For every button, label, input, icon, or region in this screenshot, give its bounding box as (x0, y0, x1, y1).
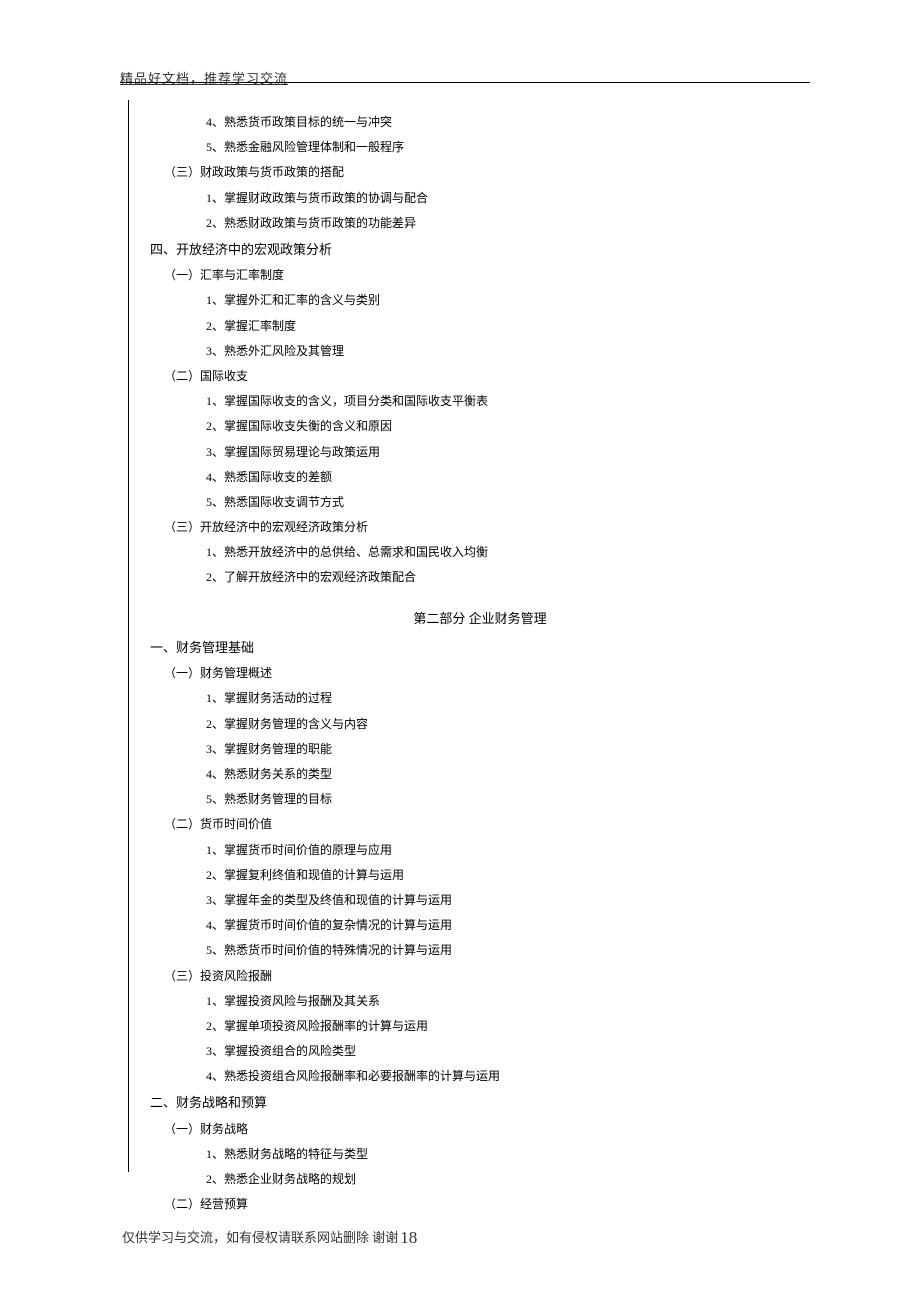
outline-line: 5、熟悉国际收支调节方式 (150, 490, 810, 515)
part-title: 第二部分 企业财务管理 (150, 605, 810, 632)
outline-line: 2、熟悉财政政策与货币政策的功能差异 (150, 211, 810, 236)
outline-line: 3、掌握国际贸易理论与政策运用 (150, 440, 810, 465)
outline-line: （一）汇率与汇率制度 (150, 263, 810, 288)
outline-line: 5、熟悉货币时间价值的特殊情况的计算与运用 (150, 938, 810, 963)
outline-line: 4、熟悉投资组合风险报酬率和必要报酬率的计算与运用 (150, 1064, 810, 1089)
outline-line: （三）投资风险报酬 (150, 964, 810, 989)
outline-line: 2、掌握汇率制度 (150, 314, 810, 339)
outline-line: 2、掌握财务管理的含义与内容 (150, 712, 810, 737)
outline-line: 3、掌握投资组合的风险类型 (150, 1039, 810, 1064)
outline-line: 3、熟悉外汇风险及其管理 (150, 339, 810, 364)
outline-line: 4、熟悉货币政策目标的统一与冲突 (150, 110, 810, 135)
outline-line: 5、熟悉金融风险管理体制和一般程序 (150, 135, 810, 160)
page-footer: 仅供学习与交流，如有侵权请联系网站删除 谢谢18 (122, 1227, 417, 1248)
outline-line: （三）财政政策与货币政策的搭配 (150, 160, 810, 185)
outline-line: 2、了解开放经济中的宏观经济政策配合 (150, 565, 810, 590)
header-text: 精品好文档，推荐学习交流 (120, 71, 288, 86)
outline-line: 1、掌握投资风险与报酬及其关系 (150, 989, 810, 1014)
outline-line: （二）国际收支 (150, 364, 810, 389)
outline-line: （一）财务管理概述 (150, 661, 810, 686)
outline-line: 4、熟悉国际收支的差额 (150, 465, 810, 490)
outline-line: 二、财务战略和预算 (150, 1089, 810, 1116)
outline-line: 2、掌握复利终值和现值的计算与运用 (150, 863, 810, 888)
outline-line: 4、掌握货币时间价值的复杂情况的计算与运用 (150, 913, 810, 938)
document-body: 4、熟悉货币政策目标的统一与冲突5、熟悉金融风险管理体制和一般程序（三）财政政策… (150, 110, 810, 1218)
outline-line: 3、掌握年金的类型及终值和现值的计算与运用 (150, 888, 810, 913)
outline-line: 1、掌握财政政策与货币政策的协调与配合 (150, 186, 810, 211)
page-left-border (128, 100, 129, 1172)
outline-line: 1、掌握货币时间价值的原理与应用 (150, 838, 810, 863)
footer-text: 仅供学习与交流，如有侵权请联系网站删除 谢谢 (122, 1230, 398, 1245)
outline-line: （三）开放经济中的宏观经济政策分析 (150, 515, 810, 540)
page-number: 18 (400, 1228, 417, 1247)
outline-line: （二）货币时间价值 (150, 812, 810, 837)
header-rule (120, 82, 810, 83)
outline-line: 3、掌握财务管理的职能 (150, 737, 810, 762)
outline-line: 4、熟悉财务关系的类型 (150, 762, 810, 787)
outline-line: 1、掌握财务活动的过程 (150, 686, 810, 711)
outline-line: （一）财务战略 (150, 1117, 810, 1142)
outline-line: 1、熟悉开放经济中的总供给、总需求和国民收入均衡 (150, 540, 810, 565)
outline-line: 四、开放经济中的宏观政策分析 (150, 236, 810, 263)
outline-line: 5、熟悉财务管理的目标 (150, 787, 810, 812)
outline-line: （二）经营预算 (150, 1192, 810, 1217)
outline-line: 1、掌握外汇和汇率的含义与类别 (150, 288, 810, 313)
outline-line: 2、熟悉企业财务战略的规划 (150, 1167, 810, 1192)
outline-line: 2、掌握国际收支失衡的含义和原因 (150, 414, 810, 439)
outline-line: 1、熟悉财务战略的特征与类型 (150, 1142, 810, 1167)
outline-line: 2、掌握单项投资风险报酬率的计算与运用 (150, 1014, 810, 1039)
outline-line: 1、掌握国际收支的含义，项目分类和国际收支平衡表 (150, 389, 810, 414)
page-header: 精品好文档，推荐学习交流 (120, 68, 810, 88)
outline-line: 一、财务管理基础 (150, 634, 810, 661)
